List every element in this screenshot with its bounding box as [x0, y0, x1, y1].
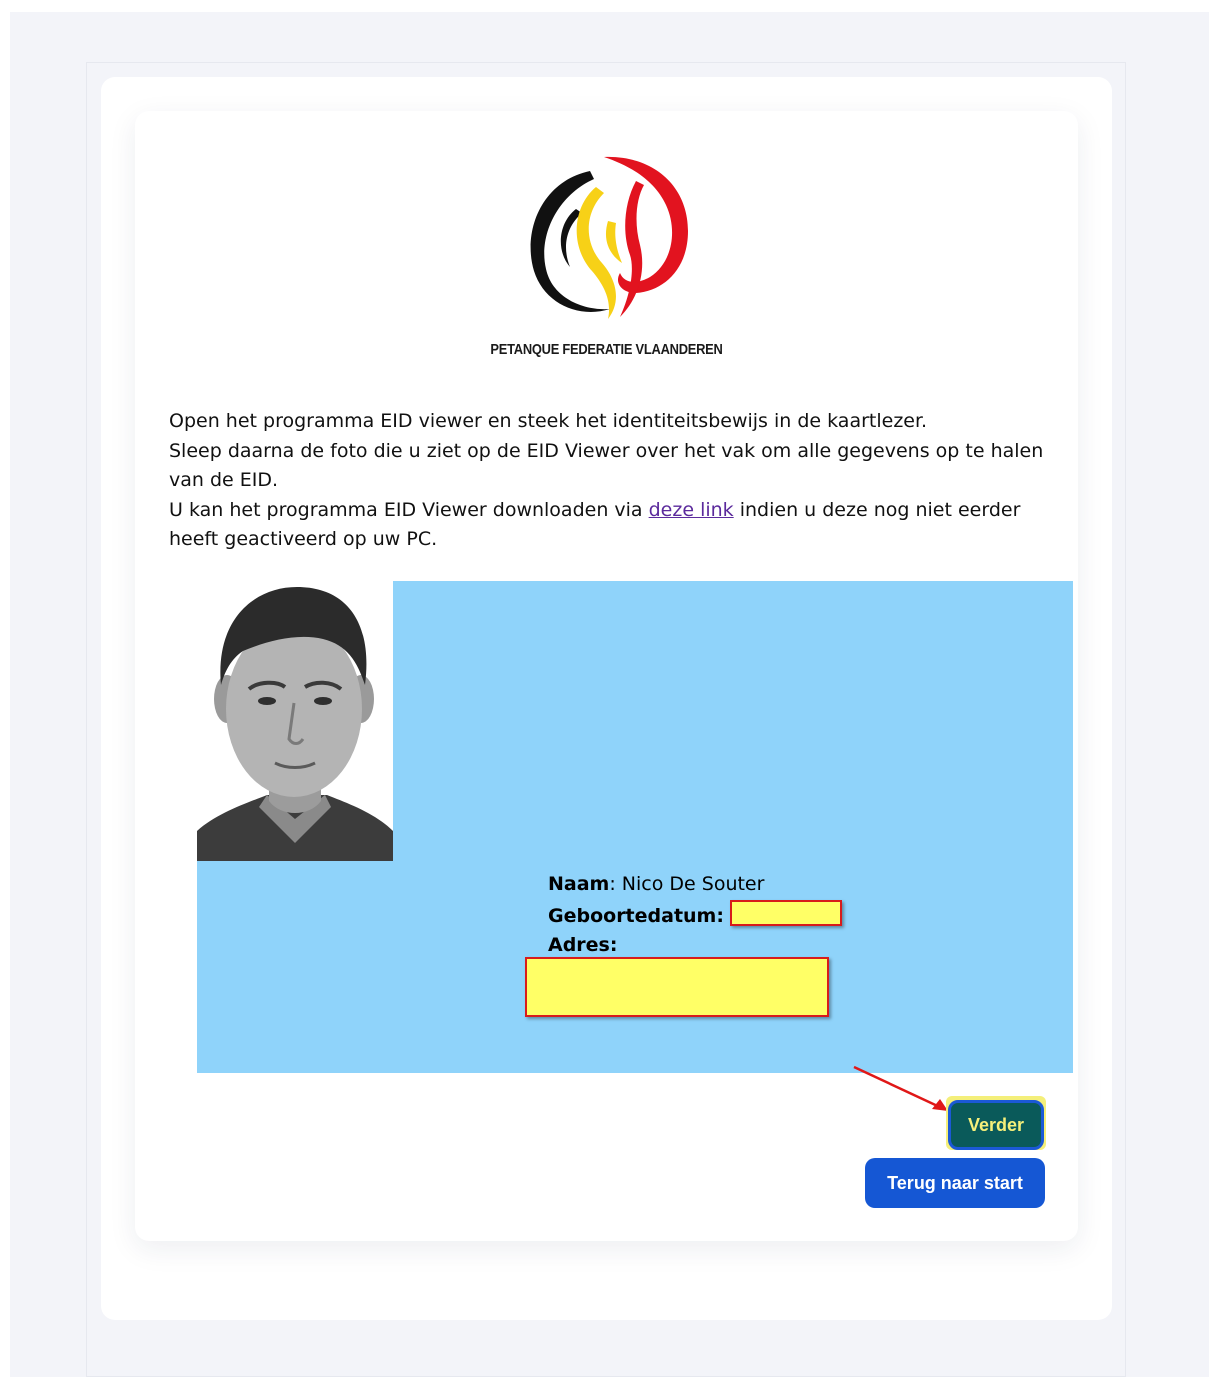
address-label: Adres:	[548, 934, 618, 956]
content-card: PETANQUE FEDERATIE VLAANDEREN Open het p…	[135, 111, 1078, 1241]
federation-logo-icon	[530, 156, 688, 319]
download-link[interactable]: deze link	[649, 499, 734, 521]
instruction-line-3: U kan het programma EID Viewer downloade…	[169, 496, 1049, 555]
back-to-start-button[interactable]: Terug naar start	[865, 1158, 1045, 1208]
instruction-line-3-start: U kan het programma EID Viewer downloade…	[169, 498, 649, 521]
instruction-line-1: Open het programma EID viewer en steek h…	[169, 410, 928, 432]
birthdate-redaction	[729, 899, 842, 926]
instructions: Open het programma EID viewer en steek h…	[169, 407, 1049, 555]
name-label: Naam	[548, 873, 610, 895]
eid-details: Naam: Nico De Souter Geboortedatum: Adre…	[548, 870, 842, 961]
birthdate-row: Geboortedatum:	[548, 899, 842, 932]
eid-drop-zone[interactable]: Naam: Nico De Souter Geboortedatum: Adre…	[197, 581, 1073, 1073]
id-photo[interactable]	[197, 581, 393, 861]
name-value: Nico De Souter	[621, 873, 765, 895]
logo: PETANQUE FEDERATIE VLAANDEREN	[135, 151, 1078, 358]
org-name: PETANQUE FEDERATIE VLAANDEREN	[490, 341, 723, 358]
name-separator: :	[609, 873, 622, 895]
name-row: Naam: Nico De Souter	[548, 870, 842, 900]
next-button[interactable]: Verder	[948, 1100, 1044, 1150]
address-redaction	[525, 957, 829, 1017]
birthdate-label: Geboortedatum:	[548, 904, 724, 927]
instruction-line-2: Sleep daarna de foto die u ziet op de EI…	[169, 439, 1044, 492]
